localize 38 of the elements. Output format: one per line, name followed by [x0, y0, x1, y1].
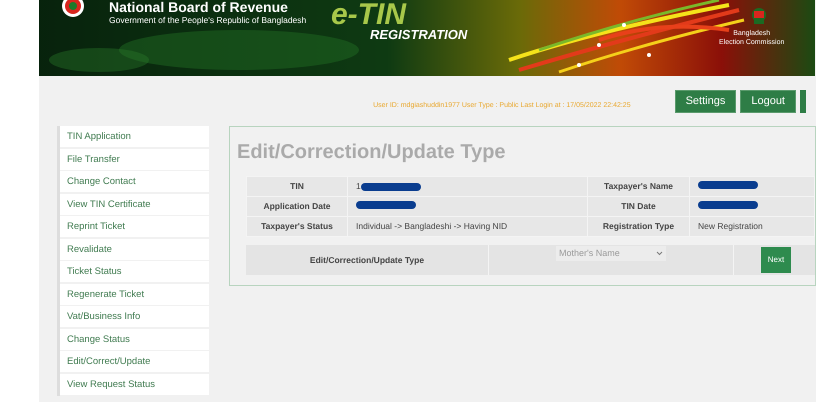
sidebar-item[interactable]: Reprint Ticket [60, 216, 209, 237]
field-label: Registration Type [588, 216, 690, 236]
field-label: Edit/Correction/Update Type [310, 254, 424, 266]
sidebar-item[interactable]: View Request Status [60, 374, 209, 394]
page-heading: Edit/Correction/Update Type [237, 140, 507, 165]
sidebar-item[interactable]: Edit/Correct/Update [60, 351, 209, 372]
next-button[interactable]: Next [761, 247, 791, 273]
emblem-icon [751, 7, 767, 25]
app-title: e-TIN [331, 0, 406, 30]
redaction-mark [698, 181, 758, 190]
field-value: Individual -> Bangladeshi -> Having NID [356, 220, 508, 233]
redaction-mark [360, 182, 421, 190]
field-label: Taxpayer's Name [588, 176, 690, 196]
sidebar-item[interactable]: Ticket Status [60, 261, 209, 282]
app-subtitle: REGISTRATION [370, 27, 468, 43]
org-subtitle: Government of the People's Republic of Bangladesh [109, 15, 306, 25]
field-label: TIN Date [588, 196, 690, 216]
field-label: Application Date [246, 196, 348, 216]
org-title: National Board of Revenue [109, 0, 288, 14]
header-button[interactable]: Logout [740, 90, 796, 112]
redaction-mark [356, 201, 416, 210]
field-value: 1 [356, 180, 361, 193]
sidebar-item[interactable]: TIN Application [60, 126, 209, 147]
redaction-mark [698, 201, 758, 210]
sidebar-item[interactable]: View TIN Certificate [60, 194, 209, 214]
sidebar-item[interactable]: Vat/Business Info [60, 306, 209, 327]
chevron-icon [656, 251, 663, 256]
sidebar-item[interactable]: Change Status [60, 328, 209, 350]
sidebar-item[interactable]: File Transfer [60, 148, 209, 170]
field-label: Taxpayer's Status [246, 216, 348, 236]
field-label: TIN [246, 176, 348, 196]
cut-off-button[interactable] [800, 90, 806, 112]
sidebar-item[interactable]: Revalidate [60, 238, 209, 260]
header-button[interactable]: Settings [674, 90, 736, 112]
emblem-icon [61, 0, 85, 18]
sidebar-item[interactable]: Change Contact [60, 171, 209, 192]
sidebar-item[interactable]: Regenerate Ticket [60, 284, 209, 304]
field-value: New Registration [698, 220, 763, 233]
